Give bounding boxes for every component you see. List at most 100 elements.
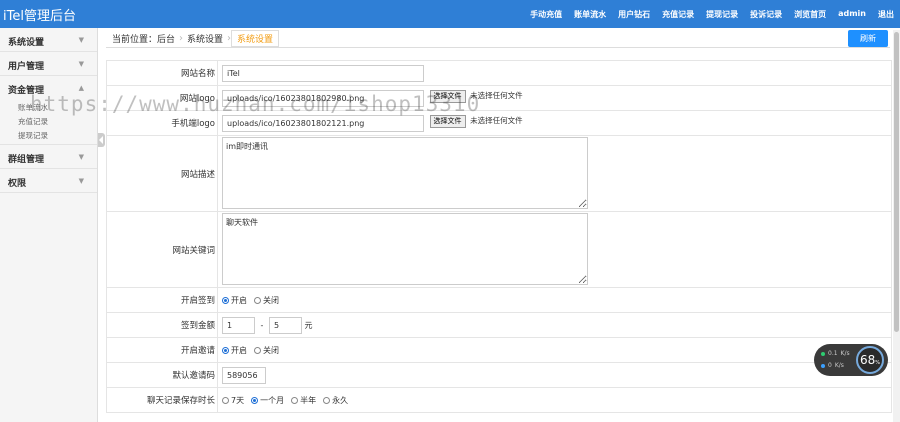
form-row-signin-amount: 签到金额 - 元 — [106, 312, 892, 338]
form-row-signin: 开启签到 开启 关闭 — [106, 287, 892, 313]
radio-label: 7天 — [231, 395, 245, 405]
sidebar-item-label: 账单流水 — [18, 103, 48, 112]
top-nav: 手动充值 账单流水 用户钻石 充值记录 提现记录 投诉记录 浏览首页 admin… — [530, 9, 894, 20]
chat-retention-radio-1month[interactable]: 一个月 — [251, 395, 284, 406]
chat-retention-radio-forever[interactable]: 永久 — [323, 395, 348, 406]
nav-complaint-records[interactable]: 投诉记录 — [750, 9, 782, 20]
signin-radio-off[interactable]: 关闭 — [254, 295, 279, 306]
field-label: 网站名称 — [106, 60, 218, 86]
nav-admin-user[interactable]: admin — [838, 9, 866, 20]
sidebar-item-bill-flow[interactable]: 账单流水 — [0, 100, 97, 114]
chevron-down-icon: ▼ — [78, 36, 84, 44]
breadcrumb-current: 系统设置 — [231, 30, 280, 47]
chat-retention-radio-halfyear[interactable]: 半年 — [291, 395, 316, 406]
invite-radio-off[interactable]: 关闭 — [254, 345, 279, 356]
sidebar-item-label: 提现记录 — [18, 131, 48, 140]
form-row-default-invite-code: 默认邀请码 — [106, 362, 892, 388]
sidebar: 系统设置 ▼ 用户管理 ▼ 资金管理 ▲ 账单流水 充值记录 提现记录 群组管理… — [0, 28, 98, 422]
sidebar-group-fund-management[interactable]: 资金管理 ▲ — [0, 76, 97, 100]
radio-unchecked-icon — [254, 296, 261, 304]
radio-unchecked-icon — [323, 396, 331, 404]
currency-unit: 元 — [304, 320, 313, 330]
sidebar-item-recharge-records[interactable]: 充值记录 — [0, 114, 97, 128]
field-label: 网站描述 — [106, 135, 218, 212]
invite-radio-on[interactable]: 开启 — [222, 345, 247, 356]
signin-radio-on[interactable]: 开启 — [222, 295, 247, 306]
radio-label: 开启 — [231, 295, 247, 305]
scrollbar-thumb[interactable] — [894, 32, 899, 332]
sidebar-group-system-settings[interactable]: 系统设置 ▼ — [0, 28, 97, 52]
sidebar-item-withdraw-records[interactable]: 提现记录 — [0, 128, 97, 145]
sidebar-collapse-handle[interactable] — [98, 133, 105, 147]
chat-retention-radio-7days[interactable]: 7天 — [222, 395, 244, 406]
top-header: iTel管理后台 手动充值 账单流水 用户钻石 充值记录 提现记录 投诉记录 浏… — [0, 0, 900, 28]
network-speed-widget[interactable]: 0.1 K/s 0 K/s 68% — [814, 344, 888, 376]
form-row-invite: 开启邀请 开启 关闭 — [106, 337, 892, 363]
nav-bill-flow[interactable]: 账单流水 — [574, 9, 606, 20]
nav-recharge-records[interactable]: 充值记录 — [662, 9, 694, 20]
signin-amount-min-input[interactable] — [222, 316, 255, 334]
default-invite-code-input[interactable] — [222, 366, 266, 384]
sidebar-group-label: 群组管理 — [8, 155, 45, 165]
signin-amount-max-input[interactable] — [268, 316, 302, 334]
signin-radio-group: 开启 关闭 — [222, 295, 891, 306]
chevron-up-icon: ▲ — [78, 84, 84, 92]
usage-percent: 68 — [859, 353, 876, 367]
field-label: 默认邀请码 — [106, 362, 218, 388]
sidebar-group-label: 系统设置 — [8, 38, 45, 48]
breadcrumb-section[interactable]: 系统设置 — [183, 32, 227, 45]
speed-unit: K/s — [840, 350, 850, 357]
sidebar-group-group-management[interactable]: 群组管理 ▼ — [0, 145, 97, 169]
radio-unchecked-icon — [222, 396, 229, 404]
site-logo-choose-file-button[interactable]: 选择文件 — [429, 89, 466, 103]
download-speed-value: 0 — [828, 362, 832, 369]
site-keywords-textarea[interactable]: 聊天软件 — [222, 212, 588, 285]
upload-arrow-icon — [821, 351, 825, 356]
radio-label: 一个月 — [260, 395, 285, 405]
field-label: 签到金额 — [106, 312, 218, 338]
sidebar-group-user-management[interactable]: 用户管理 ▼ — [0, 52, 97, 76]
mobile-logo-path-input[interactable] — [222, 114, 424, 132]
field-label: 网站关键词 — [106, 211, 218, 288]
nav-user-diamonds[interactable]: 用户钻石 — [618, 9, 650, 20]
nav-logout[interactable]: 退出 — [878, 9, 894, 20]
upload-speed: 0.1 K/s — [821, 350, 850, 357]
refresh-button[interactable]: 刷新 — [848, 30, 888, 47]
site-logo-path-input[interactable] — [222, 89, 424, 107]
form-row-site-name: 网站名称 — [106, 60, 892, 86]
radio-label: 关闭 — [263, 295, 279, 305]
sidebar-group-permissions[interactable]: 权限 ▼ — [0, 169, 97, 193]
field-label: 聊天记录保存时长 — [106, 387, 218, 413]
form-row-site-logo: 网站logo 选择文件 未选择任何文件 — [106, 85, 892, 111]
nav-manual-recharge[interactable]: 手动充值 — [530, 9, 562, 20]
sidebar-group-label: 资金管理 — [8, 86, 45, 96]
mobile-logo-choose-file-button[interactable]: 选择文件 — [429, 114, 466, 128]
form-row-chat-retention: 聊天记录保存时长 7天 一个月 半年 永久 — [106, 387, 892, 413]
radio-unchecked-icon — [291, 396, 299, 404]
speed-unit: K/s — [834, 362, 844, 369]
settings-form: 网站名称 网站logo 选择文件 未选择任何文件 手机端logo 选择文件 未选… — [106, 60, 892, 413]
page-scrollbar[interactable] — [893, 30, 900, 422]
radio-label: 半年 — [300, 395, 317, 405]
radio-label: 永久 — [332, 395, 349, 405]
usage-percent-unit: % — [875, 360, 881, 366]
breadcrumb-root[interactable]: 当前位置：后台 — [106, 32, 179, 45]
memory-usage-gauge: 68% — [856, 346, 884, 374]
download-speed: 0 K/s — [821, 362, 844, 369]
form-row-site-keywords: 网站关键词 聊天软件 — [106, 211, 892, 288]
nav-view-home[interactable]: 浏览首页 — [794, 9, 826, 20]
site-description-textarea[interactable]: im即时通讯 — [222, 136, 588, 209]
chevron-down-icon: ▼ — [78, 153, 84, 161]
sidebar-item-label: 充值记录 — [18, 117, 48, 126]
radio-checked-icon — [222, 346, 229, 354]
site-name-input[interactable] — [222, 64, 424, 82]
chevron-down-icon: ▼ — [78, 60, 84, 68]
radio-checked-icon — [222, 296, 229, 304]
field-label: 手机端logo — [106, 110, 218, 136]
nav-withdraw-records[interactable]: 提现记录 — [706, 9, 738, 20]
chevron-down-icon: ▼ — [78, 177, 84, 185]
radio-label: 关闭 — [263, 345, 279, 355]
mobile-logo-file-status: 未选择任何文件 — [470, 115, 523, 125]
radio-label: 开启 — [231, 345, 247, 355]
radio-unchecked-icon — [254, 346, 261, 354]
